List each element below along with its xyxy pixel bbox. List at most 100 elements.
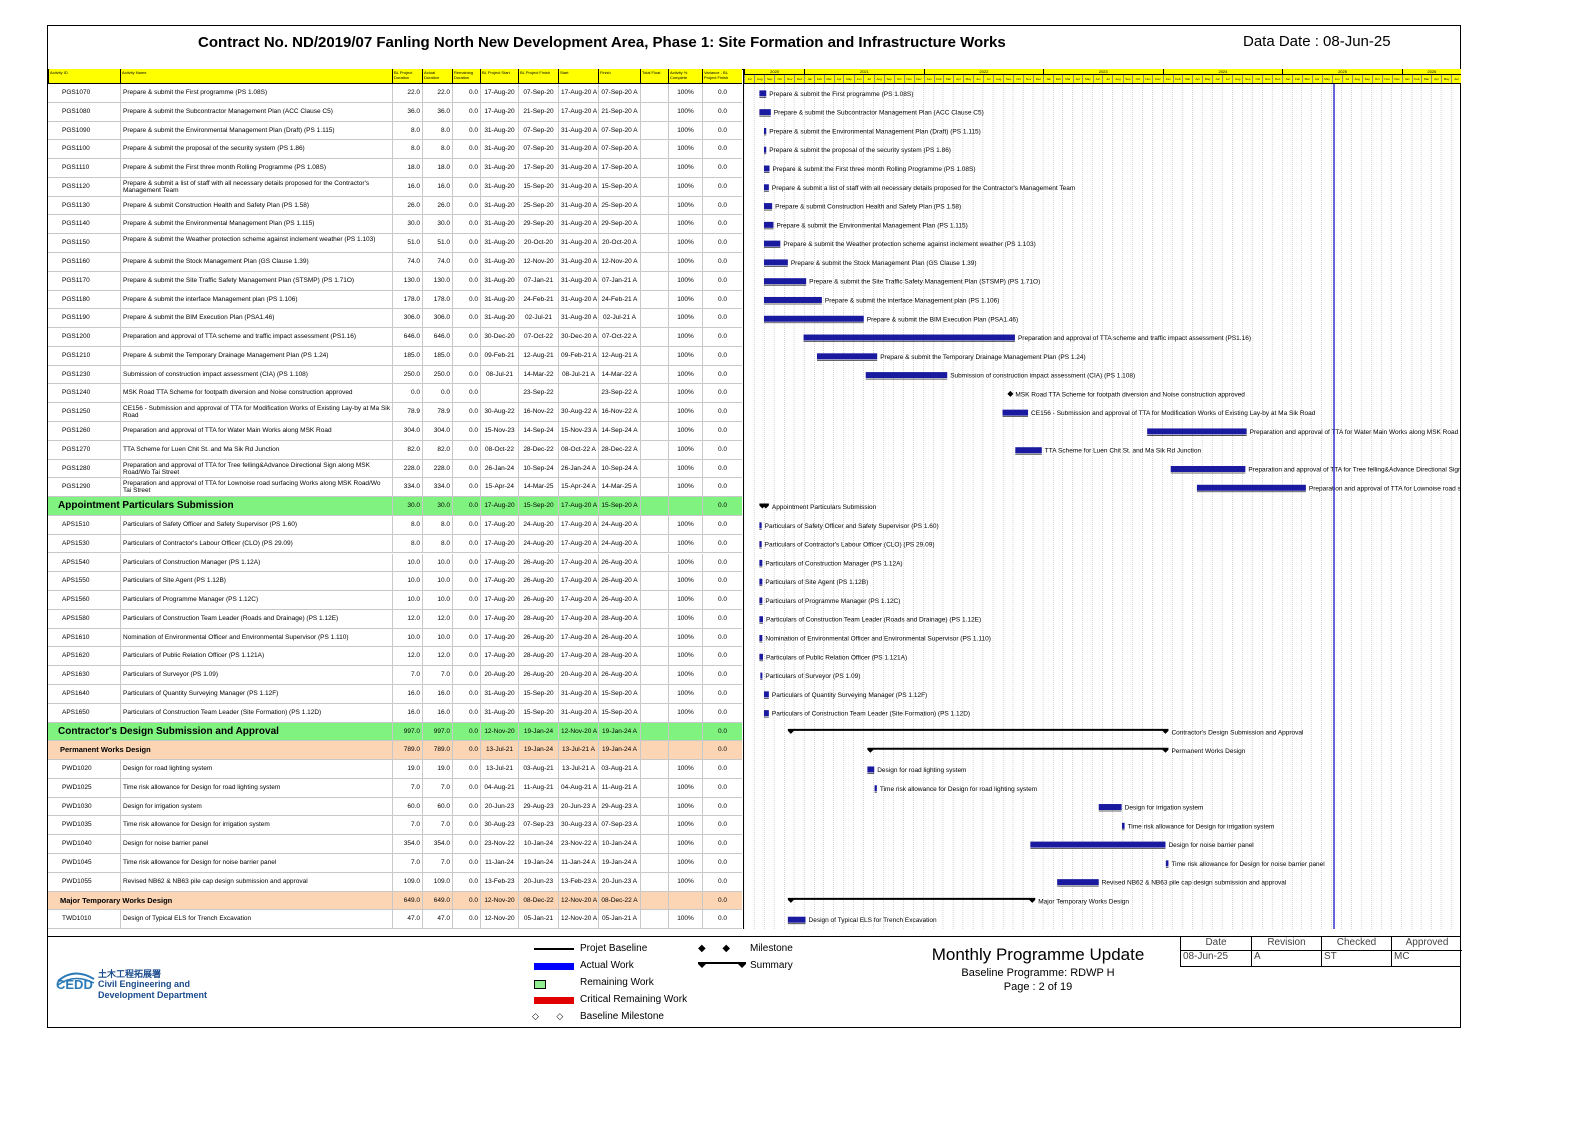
cell-act-dur: 10.0 bbox=[422, 591, 452, 610]
cell-pct: 100% bbox=[668, 515, 702, 535]
cell-bl-dur: 10.0 bbox=[392, 591, 422, 610]
cell-act-dur: 10.0 bbox=[422, 628, 452, 648]
activity-row[interactable]: PGS1180 Prepare & submit the interface Ma… bbox=[48, 290, 742, 310]
gantt-bar-label: Prepare & submit the Environmental Manag… bbox=[769, 128, 981, 135]
cell-var: 0.0 bbox=[702, 196, 742, 216]
activity-row[interactable]: PGS1160 Prepare & submit the Stock Manage… bbox=[48, 253, 742, 272]
cell-act-dur: 7.0 bbox=[422, 853, 452, 873]
cell-bl-finish: 20-Oct-20 bbox=[518, 234, 558, 253]
activity-row[interactable]: APS1650 Particulars of Construction Team … bbox=[48, 703, 742, 723]
activity-row[interactable]: PGS1290 Preparation and approval of TTA f… bbox=[48, 478, 742, 498]
cell-id: PWD1035 bbox=[62, 821, 92, 829]
cell-act-dur: 16.0 bbox=[422, 703, 452, 723]
cell-var: 0.0 bbox=[702, 609, 742, 629]
activity-row[interactable]: PGS1070 Prepare & submit the First progra… bbox=[48, 84, 742, 103]
activity-row[interactable]: PGS1280 Preparation and approval of TTA f… bbox=[48, 459, 742, 479]
activity-row[interactable]: PGS1080 Prepare & submit the Subcontracto… bbox=[48, 102, 742, 122]
cell-finish: 24-Feb-21 A bbox=[598, 290, 640, 310]
activity-row[interactable]: PWD1035 Time risk allowance for Design fo… bbox=[48, 816, 742, 836]
activity-row[interactable]: APS1540 Particulars of Construction Manag… bbox=[48, 553, 742, 573]
activity-row[interactable]: PGS1270 TTA Scheme for Luen Chit St. and … bbox=[48, 440, 742, 460]
cell-rem: 0.0 bbox=[452, 647, 480, 667]
activity-row[interactable]: APS1630 Particulars of Surveyor (PS 1.09)… bbox=[48, 666, 742, 685]
gantt-bar-label: Prepare & submit Construction Health and… bbox=[775, 204, 961, 211]
activity-row[interactable]: APS1560 Particulars of Programme Manager … bbox=[48, 591, 742, 610]
page-title: Contract No. ND/2019/07 Fanling North Ne… bbox=[198, 34, 1006, 51]
activity-row[interactable]: APS1620 Particulars of Public Relation Of… bbox=[48, 647, 742, 667]
activity-row[interactable]: PGS1130 Prepare & submit Construction Hea… bbox=[48, 196, 742, 216]
timeline-month: May bbox=[1321, 75, 1332, 83]
activity-row[interactable]: APS1640 Particulars of Quantity Surveying… bbox=[48, 684, 742, 704]
activity-row[interactable]: PGS1250 CE156 - Submission and approval o… bbox=[48, 403, 742, 423]
activity-row[interactable]: PGS1190 Prepare & submit the BIM Executio… bbox=[48, 309, 742, 329]
cell-tf bbox=[640, 84, 668, 103]
activity-row[interactable]: PGS1120 Prepare & submit a list of staff … bbox=[48, 177, 742, 197]
wbs-summary-row[interactable]: Major Temporary Works Design 649.0 649.0 0.… bbox=[48, 891, 742, 911]
activity-row[interactable]: PGS1200 Preparation and approval of TTA s… bbox=[48, 328, 742, 347]
cell-bl-finish: 23-Sep-22 bbox=[518, 384, 558, 404]
cell-finish: 14-Sep-24 A bbox=[598, 422, 640, 441]
activity-row[interactable]: APS1510 Particulars of Safety Officer and… bbox=[48, 515, 742, 535]
cell-finish: 19-Jan-24 A bbox=[598, 722, 640, 742]
activity-row[interactable]: PWD1040 Design for noise barrier panel 354… bbox=[48, 835, 742, 854]
gantt-actual-bar bbox=[1121, 822, 1125, 829]
gantt-actual-bar bbox=[760, 672, 763, 679]
activity-row[interactable]: PWD1030 Design for irrigation system 60.0 6… bbox=[48, 797, 742, 817]
activity-row[interactable]: PGS1150 Prepare & submit the Weather prot… bbox=[48, 234, 742, 253]
activity-row[interactable]: PGS1170 Prepare & submit the Site Traffic… bbox=[48, 271, 742, 291]
cell-finish: 07-Sep-20 A bbox=[598, 121, 640, 141]
activity-row[interactable]: PGS1100 Prepare & submit the proposal of … bbox=[48, 140, 742, 160]
column-header: Actual Duration bbox=[422, 69, 452, 83]
activity-row[interactable]: APS1530 Particulars of Contractor's Labou… bbox=[48, 534, 742, 554]
activity-row[interactable]: PWD1055 Revised NB62 & NB63 pile cap desi… bbox=[48, 872, 742, 892]
cell-pct: 100% bbox=[668, 84, 702, 103]
cell-tf bbox=[640, 140, 668, 160]
activity-row[interactable]: PGS1240 MSK Road TTA Scheme for footpath … bbox=[48, 384, 742, 404]
cell-bl-start: 31-Aug-20 bbox=[480, 140, 518, 160]
cell-start: 17-Aug-20 A bbox=[558, 591, 598, 610]
legend-baseline: Projet Baseline bbox=[580, 943, 648, 954]
wbs-summary-row[interactable]: Permanent Works Design 789.0 789.0 0.0 13-Ju… bbox=[48, 741, 742, 761]
column-header: BL Project Finish bbox=[518, 69, 558, 83]
cell-finish: 26-Aug-20 A bbox=[598, 572, 640, 592]
cell-bl-finish: 14-Mar-22 bbox=[518, 365, 558, 385]
cell-start: 31-Aug-20 A bbox=[558, 234, 598, 253]
activity-row[interactable]: PGS1230 Submission of construction impact… bbox=[48, 365, 742, 385]
cell-finish: 29-Aug-23 A bbox=[598, 797, 640, 817]
activity-row[interactable]: PGS1110 Prepare & submit the First three … bbox=[48, 159, 742, 178]
activity-row[interactable]: APS1580 Particulars of Construction Team … bbox=[48, 609, 742, 629]
cell-bl-finish: 28-Aug-20 bbox=[518, 647, 558, 667]
title-bar: Contract No. ND/2019/07 Fanling North Ne… bbox=[48, 26, 1460, 70]
activity-row[interactable]: APS1550 Particulars of Site Agent (PS 1.1… bbox=[48, 572, 742, 592]
cell-rem: 0.0 bbox=[452, 84, 480, 103]
wbs-summary-row[interactable]: Contractor's Design Submission and Appro… bbox=[48, 722, 742, 742]
legend-summary: Summary bbox=[750, 960, 793, 971]
wbs-summary-row[interactable]: Appointment Particulars Submission 30.0 30… bbox=[48, 497, 742, 516]
cell-bl-dur: 185.0 bbox=[392, 346, 422, 366]
cell-id: PGS1210 bbox=[62, 351, 91, 359]
activity-row[interactable]: APS1610 Nomination of Environmental Offic… bbox=[48, 628, 742, 648]
cell-pct: 100% bbox=[668, 253, 702, 272]
activity-row[interactable]: PGS1140 Prepare & submit the Environmenta… bbox=[48, 215, 742, 235]
cell-finish: 16-Nov-22 A bbox=[598, 403, 640, 423]
cell-finish: 15-Sep-20 A bbox=[598, 497, 640, 516]
cell-bl-start: 31-Aug-20 bbox=[480, 703, 518, 723]
sign-value-checked: ST bbox=[1321, 951, 1391, 967]
activity-row[interactable]: PGS1260 Preparation and approval of TTA f… bbox=[48, 422, 742, 441]
cell-rem: 0.0 bbox=[452, 891, 480, 911]
cell-bl-dur: 47.0 bbox=[392, 910, 422, 930]
cell-finish: 07-Sep-20 A bbox=[598, 140, 640, 160]
cell-bl-dur: 109.0 bbox=[392, 872, 422, 892]
cell-tf bbox=[640, 553, 668, 573]
activity-row[interactable]: PWD1025 Time risk allowance for Design fo… bbox=[48, 778, 742, 798]
activity-row[interactable]: PWD1045 Time risk allowance for Design fo… bbox=[48, 853, 742, 873]
activity-row[interactable]: TWD1010 Design of Typical ELS for Trench … bbox=[48, 910, 742, 930]
sign-header-revision: Revision bbox=[1251, 937, 1321, 951]
cell-start: 17-Aug-20 A bbox=[558, 628, 598, 648]
cell-rem: 0.0 bbox=[452, 196, 480, 216]
activity-row[interactable]: PWD1020 Design for road lighting system 19… bbox=[48, 760, 742, 779]
cell-id: Major Temporary Works Design bbox=[60, 895, 173, 905]
activity-row[interactable]: PGS1090 Prepare & submit the Environmenta… bbox=[48, 121, 742, 141]
cell-bl-start: 17-Aug-20 bbox=[480, 628, 518, 648]
activity-row[interactable]: PGS1210 Prepare & submit the Temporary Dr… bbox=[48, 346, 742, 366]
